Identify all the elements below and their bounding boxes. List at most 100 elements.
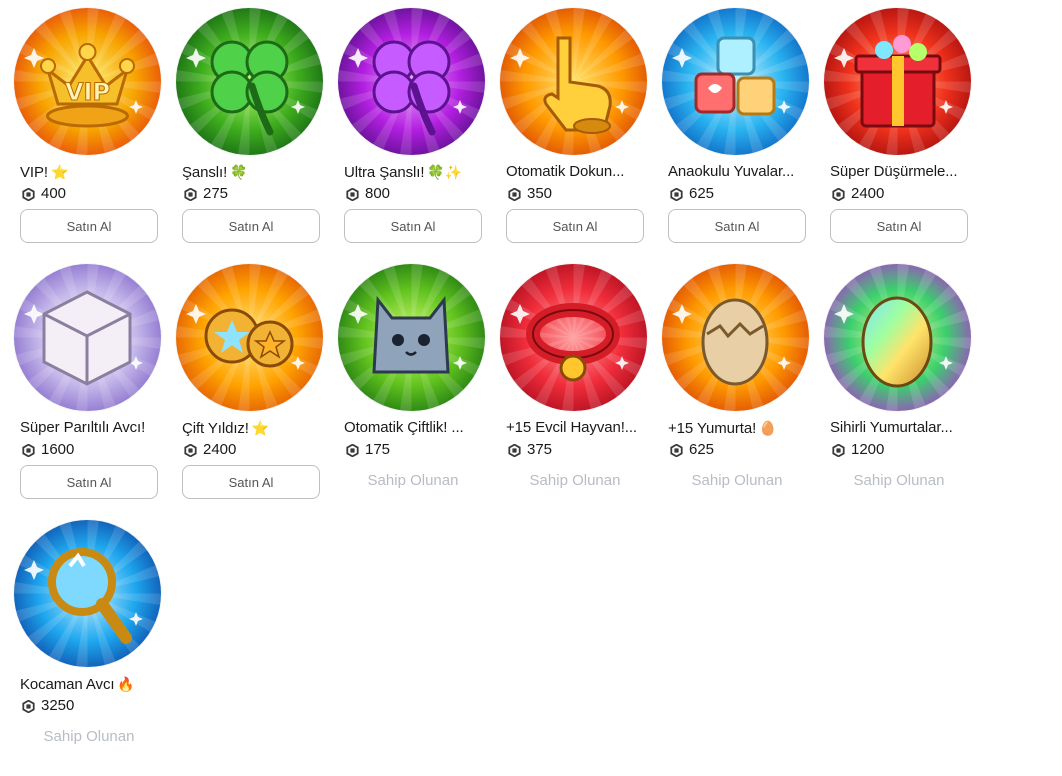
shiny-dice-icon-art — [14, 264, 161, 411]
item-title: Kocaman Avcı 🔥 — [20, 675, 160, 694]
item-title-emoji: 🍀✨ — [427, 164, 463, 180]
vip-crown-icon-art: VIP — [14, 8, 161, 155]
gamepass-card-8: Çift Yıldız! ⭐ 2400 Satın Al — [176, 264, 323, 520]
cracked-egg-icon-art — [662, 264, 809, 411]
ultra-clover-icon-art — [338, 8, 485, 155]
item-price: 625 — [670, 185, 714, 203]
owned-label: Sahip Olunan — [529, 472, 621, 489]
item-title-text: Süper Düşürmele... — [830, 163, 958, 180]
owned-label: Sahip Olunan — [43, 728, 135, 745]
magnifier-icon-art — [14, 520, 161, 667]
robux-icon — [508, 187, 521, 201]
price-value: 275 — [203, 185, 229, 202]
toy-blocks-icon[interactable] — [662, 8, 809, 155]
robux-icon — [670, 187, 683, 201]
item-title-text: Çift Yıldız! — [182, 420, 249, 437]
gift-box-icon[interactable] — [824, 8, 971, 155]
cat-pet-icon-art — [338, 264, 485, 411]
robux-icon — [346, 443, 359, 457]
item-title-emoji: ⭐ — [251, 420, 270, 436]
tap-hand-icon[interactable] — [500, 8, 647, 155]
buy-button[interactable]: Satın Al — [20, 209, 158, 243]
gamepass-card-5: Anaokulu Yuvalar... 625 Satın Al — [662, 8, 809, 264]
item-title: +15 Yumurta! 🥚 — [668, 419, 808, 438]
item-title: Otomatik Dokun... — [506, 163, 646, 181]
item-price: 175 — [346, 441, 390, 459]
toy-blocks-icon-art — [662, 8, 809, 155]
price-value: 1200 — [851, 441, 885, 458]
buy-button[interactable]: Satın Al — [20, 465, 158, 499]
item-title-emoji: 🔥 — [117, 676, 135, 692]
owned-label: Sahip Olunan — [367, 472, 459, 489]
item-title: Sihirli Yumurtalar... — [830, 419, 970, 437]
buy-button[interactable]: Satın Al — [182, 465, 320, 499]
item-title-text: Anaokulu Yuvalar... — [668, 163, 795, 180]
item-title-text: Ultra Şanslı! — [344, 164, 425, 181]
buy-button[interactable]: Satın Al — [506, 209, 644, 243]
item-title: Otomatik Çiftlik! ... — [344, 419, 484, 437]
rainbow-egg-icon-art — [824, 264, 971, 411]
robux-icon — [670, 443, 683, 457]
gamepass-card-13: Kocaman Avcı 🔥 3250 Sahip Olunan — [14, 520, 161, 776]
robux-icon — [346, 187, 359, 201]
item-title: VIP! ⭐ — [20, 163, 160, 182]
robux-icon — [22, 443, 35, 457]
gamepass-card-3: Ultra Şanslı! 🍀✨ 800 Satın Al — [338, 8, 485, 264]
item-title-text: Otomatik Dokun... — [506, 163, 625, 180]
robux-icon — [184, 443, 197, 457]
item-title: Ultra Şanslı! 🍀✨ — [344, 163, 484, 182]
item-title-text: VIP! — [20, 164, 48, 181]
item-title: Süper Düşürmele... — [830, 163, 970, 181]
item-title-text: +15 Evcil Hayvan!... — [506, 419, 637, 436]
item-price: 275 — [184, 185, 228, 203]
item-title-text: Şanslı! — [182, 164, 228, 181]
rainbow-egg-icon[interactable] — [824, 264, 971, 411]
gift-box-icon-art — [824, 8, 971, 155]
gamepass-card-7: Süper Parıltılı Avcı! 1600 Satın Al — [14, 264, 161, 520]
shiny-dice-icon[interactable] — [14, 264, 161, 411]
price-value: 3250 — [41, 697, 75, 714]
item-title-text: Süper Parıltılı Avcı! — [20, 419, 146, 436]
robux-icon — [832, 187, 845, 201]
item-title-text: Sihirli Yumurtalar... — [830, 419, 953, 436]
item-price: 1200 — [832, 441, 884, 459]
buy-button[interactable]: Satın Al — [182, 209, 320, 243]
cracked-egg-icon[interactable] — [662, 264, 809, 411]
ultra-clover-icon[interactable] — [338, 8, 485, 155]
buy-button[interactable]: Satın Al — [830, 209, 968, 243]
item-price: 625 — [670, 441, 714, 459]
item-price: 375 — [508, 441, 552, 459]
four-leaf-clover-icon-art — [176, 8, 323, 155]
gamepass-card-1: VIP VIP! ⭐ 400 Satın Al — [14, 8, 161, 264]
gamepass-card-6: Süper Düşürmele... 2400 Satın Al — [824, 8, 971, 264]
double-star-icon-art — [176, 264, 323, 411]
magnifier-icon[interactable] — [14, 520, 161, 667]
robux-icon — [508, 443, 521, 457]
item-title-text: Kocaman Avcı — [20, 676, 115, 693]
buy-button[interactable]: Satın Al — [344, 209, 482, 243]
gamepass-card-2: Şanslı! 🍀 275 Satın Al — [176, 8, 323, 264]
gamepass-card-10: +15 Evcil Hayvan!... 375 Sahip Olunan — [500, 264, 647, 520]
owned-label: Sahip Olunan — [853, 472, 945, 489]
price-value: 175 — [365, 441, 391, 458]
pet-collar-icon[interactable] — [500, 264, 647, 411]
item-price: 800 — [346, 185, 390, 203]
price-value: 625 — [689, 185, 715, 202]
item-price: 3250 — [22, 697, 74, 715]
price-value: 375 — [527, 441, 553, 458]
item-title: Çift Yıldız! ⭐ — [182, 419, 322, 438]
robux-icon — [22, 699, 35, 713]
vip-crown-icon[interactable]: VIP — [14, 8, 161, 155]
gamepass-card-9: Otomatik Çiftlik! ... 175 Sahip Olunan — [338, 264, 485, 520]
double-star-icon[interactable] — [176, 264, 323, 411]
four-leaf-clover-icon[interactable] — [176, 8, 323, 155]
item-price: 350 — [508, 185, 552, 203]
price-value: 800 — [365, 185, 391, 202]
tap-hand-icon-art — [500, 8, 647, 155]
gamepass-card-12: Sihirli Yumurtalar... 1200 Sahip Olunan — [824, 264, 971, 520]
cat-pet-icon[interactable] — [338, 264, 485, 411]
pet-collar-icon-art — [500, 264, 647, 411]
buy-button[interactable]: Satın Al — [668, 209, 806, 243]
item-title-text: +15 Yumurta! — [668, 420, 757, 437]
gamepass-card-11: +15 Yumurta! 🥚 625 Sahip Olunan — [662, 264, 809, 520]
